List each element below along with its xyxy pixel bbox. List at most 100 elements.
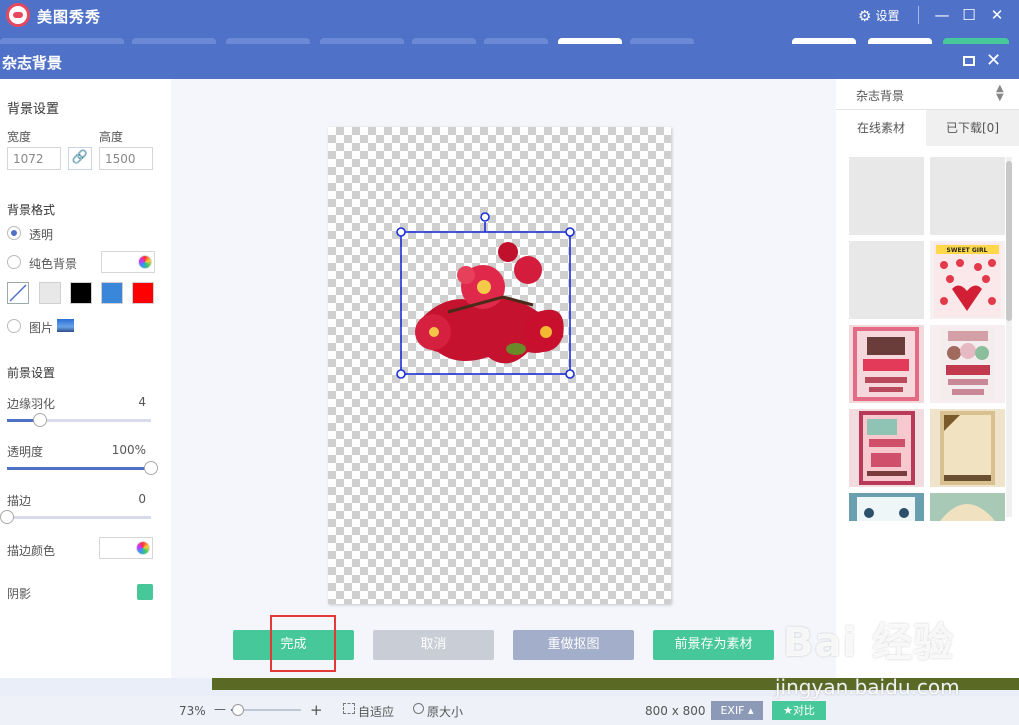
stroke-label: 描边 (7, 494, 32, 508)
bg-format-heading: 背景格式 (7, 203, 56, 217)
stroke-slider[interactable] (0, 510, 151, 524)
feather-slider[interactable] (7, 413, 151, 427)
material-thumb[interactable] (849, 493, 924, 521)
magnifier-icon (413, 703, 424, 714)
image-label: 图片 (29, 321, 54, 335)
height-label: 高度 (99, 130, 124, 144)
minimize-button[interactable]: — (932, 5, 952, 25)
radio-transparent[interactable] (7, 226, 21, 240)
material-panel: 杂志背景 ▲ ▼ 在线素材 已下载[0] SWEET GIRL (836, 79, 1019, 678)
dialog-header: 杂志背景 ✕ (0, 44, 1019, 79)
resize-handle-bl[interactable] (396, 369, 406, 379)
redo-cutout-button[interactable]: 重做抠图 (513, 630, 634, 660)
solid-bg-label: 纯色背景 (29, 257, 78, 271)
meitu-logo-icon (6, 3, 30, 27)
settings-button[interactable]: ⚙ 设置 (858, 7, 899, 24)
swatch-blue[interactable] (101, 282, 123, 304)
solid-color-picker[interactable] (101, 251, 155, 273)
select-arrows-icon: ▲ ▼ (996, 83, 1004, 103)
color-wheel-icon (136, 541, 150, 555)
stroke-color-picker[interactable] (99, 537, 153, 559)
rotate-handle[interactable] (480, 212, 490, 222)
swatch-light-gray[interactable] (39, 282, 61, 304)
radio-solid[interactable] (7, 255, 21, 269)
ice-cream-poster-thumbnail (853, 327, 919, 401)
save-foreground-button[interactable]: 前景存为素材 (653, 630, 774, 660)
opacity-value: 100% (111, 443, 146, 457)
ice-cream-parlor-thumbnail (940, 327, 995, 401)
opacity-slider[interactable] (7, 461, 158, 475)
close-button[interactable]: ✕ (987, 5, 1007, 25)
tab-online-materials[interactable]: 在线素材 (836, 110, 926, 146)
maximize-button[interactable]: ☐ (959, 5, 979, 25)
pen-icon (9, 284, 27, 302)
radio-image[interactable] (7, 319, 21, 333)
material-thumb[interactable] (930, 325, 1005, 403)
material-thumb[interactable]: SWEET GIRL (930, 241, 1005, 319)
fit-button[interactable]: 自适应 (343, 703, 394, 720)
feather-label: 边缘羽化 (7, 397, 56, 411)
material-thumb[interactable] (849, 241, 924, 319)
swatch-custom[interactable] (7, 282, 29, 304)
width-input[interactable]: 1072 (7, 147, 61, 170)
zoom-slider[interactable] (231, 704, 301, 716)
feather-value: 4 (138, 395, 146, 409)
fit-icon (343, 703, 355, 714)
swatch-red[interactable] (132, 282, 154, 304)
shadow-toggle[interactable] (137, 584, 153, 600)
baidu-watermark-url: jingyan.baidu.com (775, 675, 960, 699)
height-input[interactable]: 1500 (99, 147, 153, 170)
zoom-out-button[interactable]: — (214, 702, 226, 716)
image-icon[interactable] (57, 319, 74, 332)
zoom-slider-knob[interactable] (232, 704, 244, 716)
actual-size-label: 原大小 (427, 705, 464, 719)
category-select[interactable]: 杂志背景 ▲ ▼ (836, 79, 1019, 110)
settings-label: 设置 (875, 9, 900, 23)
compare-label: 对比 (792, 704, 815, 717)
resize-handle-tr[interactable] (565, 227, 575, 237)
app-titlebar: 美图秀秀 ⚙ 设置 — ☐ ✕ (0, 0, 1019, 30)
baidu-watermark: Bai 经验 (783, 620, 955, 666)
material-thumb[interactable] (930, 409, 1005, 487)
done-highlight-box (270, 615, 336, 672)
partial-thumbnail (857, 497, 915, 521)
tab-downloaded[interactable]: 已下载[0] (926, 110, 1019, 146)
link-icon: 🔗 (71, 150, 89, 165)
zoom-in-button[interactable]: + (310, 701, 323, 719)
exif-button[interactable]: EXIF ▴ (711, 701, 763, 720)
swatch-black[interactable] (70, 282, 92, 304)
delicious-poster-thumbnail (859, 411, 915, 485)
tab-strip (0, 30, 1019, 46)
actual-size-button[interactable]: 原大小 (413, 703, 463, 720)
width-label: 宽度 (7, 130, 32, 144)
dialog-close-button[interactable]: ✕ (986, 50, 1001, 71)
settings-panel: 背景设置 宽度 高度 1072 🔗 1500 背景格式 透明 纯色背景 图片 前… (0, 79, 171, 678)
feather-slider-knob[interactable] (33, 413, 48, 427)
star-icon: ★ (783, 704, 793, 717)
transparent-label: 透明 (29, 228, 54, 242)
material-thumb[interactable] (849, 157, 924, 235)
material-scrollbar[interactable] (1006, 157, 1012, 517)
foreground-layer[interactable] (328, 127, 671, 604)
image-dimensions: 800 x 800 (645, 704, 706, 718)
cancel-button[interactable]: 取消 (373, 630, 494, 660)
canvas-area: 完成 取消 重做抠图 前景存为素材 (171, 79, 836, 678)
dialog-maximize-button[interactable] (963, 56, 975, 66)
vintage-paper-thumbnail (940, 411, 995, 485)
opacity-slider-knob[interactable] (144, 461, 158, 475)
resize-handle-br[interactable] (565, 369, 575, 379)
material-thumb[interactable] (930, 157, 1005, 235)
stroke-value: 0 (138, 492, 146, 506)
material-thumb[interactable] (849, 325, 924, 403)
link-ratio-button[interactable]: 🔗 (68, 147, 92, 170)
material-thumb[interactable] (930, 493, 1005, 521)
material-thumb[interactable] (849, 409, 924, 487)
transparent-canvas[interactable] (328, 127, 671, 604)
stroke-slider-knob[interactable] (0, 510, 14, 524)
resize-handle-tl[interactable] (396, 227, 406, 237)
dialog-title: 杂志背景 (2, 54, 63, 72)
scrollbar-thumb[interactable] (1006, 161, 1012, 321)
compare-button[interactable]: ★对比 (772, 701, 826, 720)
color-wheel-icon (138, 255, 152, 269)
gear-icon: ⚙ (858, 6, 872, 25)
